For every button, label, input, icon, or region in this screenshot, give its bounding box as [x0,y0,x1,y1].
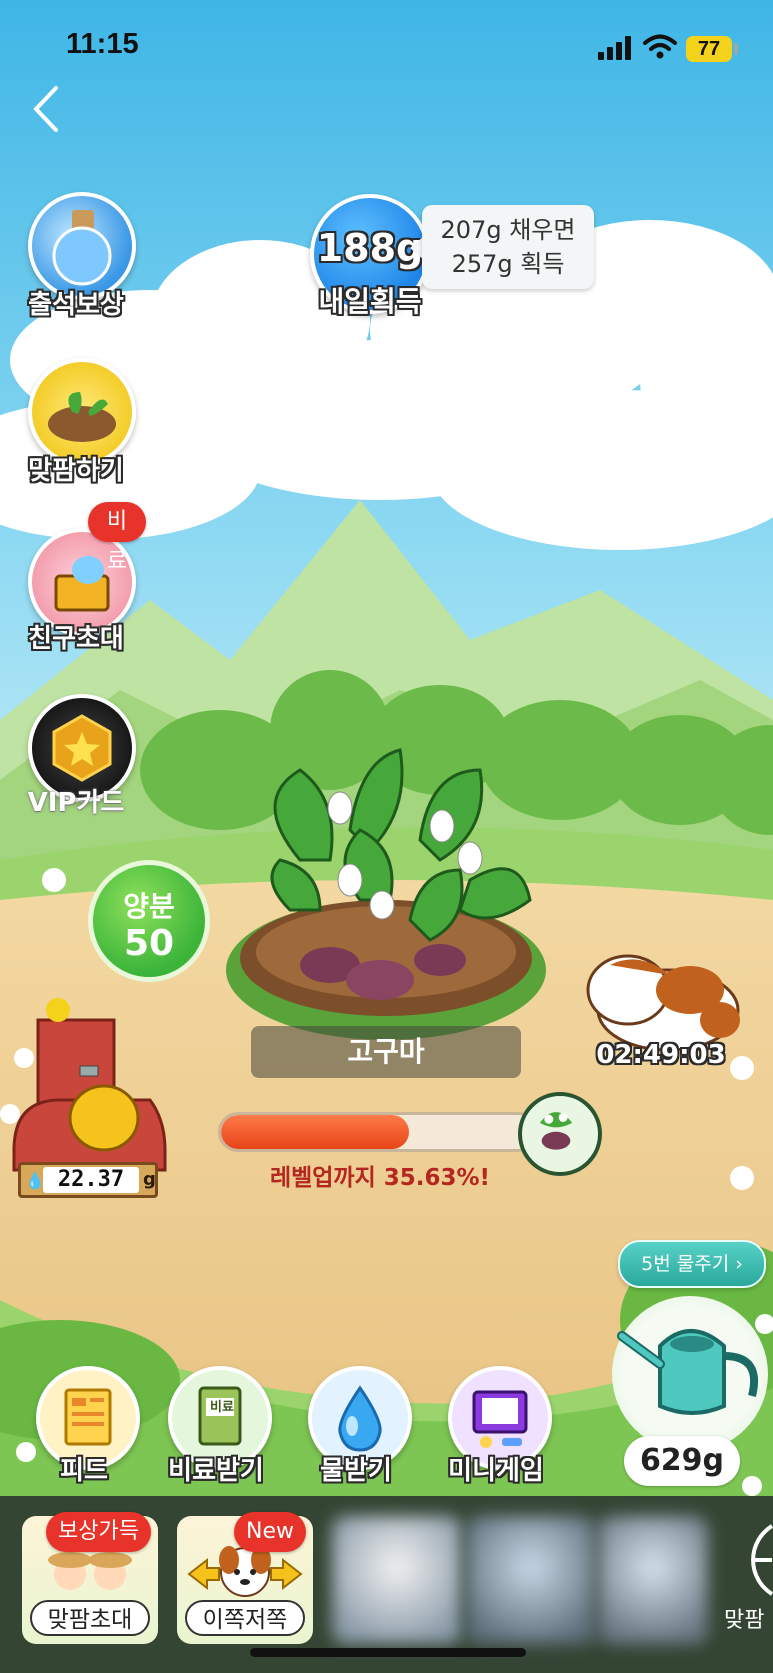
home-indicator [250,1648,526,1657]
next-stage-crop-icon[interactable] [518,1092,602,1176]
water-tank-unit: g [143,1169,156,1190]
farm-button[interactable]: 맞팜하기 [6,358,146,488]
nutrient-value: 50 [123,923,175,964]
watering-can-button[interactable] [612,1296,768,1452]
fertilizer-bag-text: 비료 [210,1400,234,1415]
vip-card-button[interactable]: VIP카드 [6,694,146,824]
new-badge: New [234,1512,306,1552]
feed-label: 피드 [60,1456,108,1486]
minigame-label: 미니게임 [448,1456,544,1486]
dock-item-blurred-3[interactable] [598,1516,708,1644]
gauge-icon [751,1524,773,1596]
attendance-reward-button[interactable]: 출석보상 [6,192,146,322]
harvest-tooltip-line1: 207g 채우면 [440,216,576,244]
chevron-right-icon: › [735,1253,743,1275]
farm-label: 맞팜하기 [28,456,124,486]
nutrient-label: 양분 [123,890,175,923]
dock-item-blurred-1[interactable] [332,1516,462,1644]
level-progress-fill [221,1115,410,1149]
harvest-tooltip-line2: 257g 획득 [451,250,565,278]
back-chevron-icon[interactable] [28,84,68,134]
minigame-button[interactable]: 미니게임 [426,1366,566,1486]
harvest-tooltip: 207g 채우면 257g 획득 [422,205,594,289]
dock-item-this-way-that-way-label: 이쪽저쪽 [185,1600,305,1636]
wifi-icon [643,34,677,59]
battery-indicator: 77 [686,36,732,62]
level-up-progress-text: 레벨업까지 35.63%! [269,1165,491,1191]
level-progress-bar [218,1112,538,1152]
signal-icon [598,36,631,60]
tomorrow-harvest-label: 내일획득 [318,285,422,318]
water-tank-meter[interactable]: 💧 22.37 g [18,1162,158,1198]
dock-item-partial-label: 맞팜 [724,1608,765,1633]
dock-item-partial[interactable]: 맞팜 [716,1510,773,1650]
reward-full-badge: 보상가득 [46,1512,151,1552]
water-five-times-label: 5번 물주기 [641,1253,730,1275]
pet-timer: 02:49:03 [596,1040,726,1070]
watering-can-icon [617,1329,759,1415]
fertilizer-badge: 비료 [88,502,146,574]
feed-button[interactable]: 피드 [14,1366,154,1486]
water-amount: 629g [624,1436,740,1486]
get-fertilizer-label: 비료받기 [168,1456,264,1486]
invite-friend-button[interactable]: 비료 친구초대 [6,502,146,654]
crop-name: 고구마 [251,1026,521,1078]
dock-item-blurred-2[interactable] [466,1516,596,1644]
vip-card-label: VIP카드 [27,788,125,818]
battery-tip [734,43,738,55]
water-drop-icon: 💧 [25,1171,45,1190]
dock-item-invite-farm-label: 맞팜초대 [30,1600,150,1636]
get-water-button[interactable]: 물받기 [286,1366,426,1486]
get-fertilizer-button[interactable]: 비료 비료받기 [146,1366,286,1486]
invite-friend-label: 친구초대 [28,624,124,654]
water-tank-value: 22.37 [43,1167,139,1193]
nutrient-badge[interactable]: 양분 50 [88,860,210,982]
attendance-reward-label: 출석보상 [28,290,124,320]
get-water-label: 물받기 [320,1456,392,1486]
water-five-times-button[interactable]: 5번 물주기 › [618,1240,766,1288]
status-time: 11:15 [66,28,139,60]
